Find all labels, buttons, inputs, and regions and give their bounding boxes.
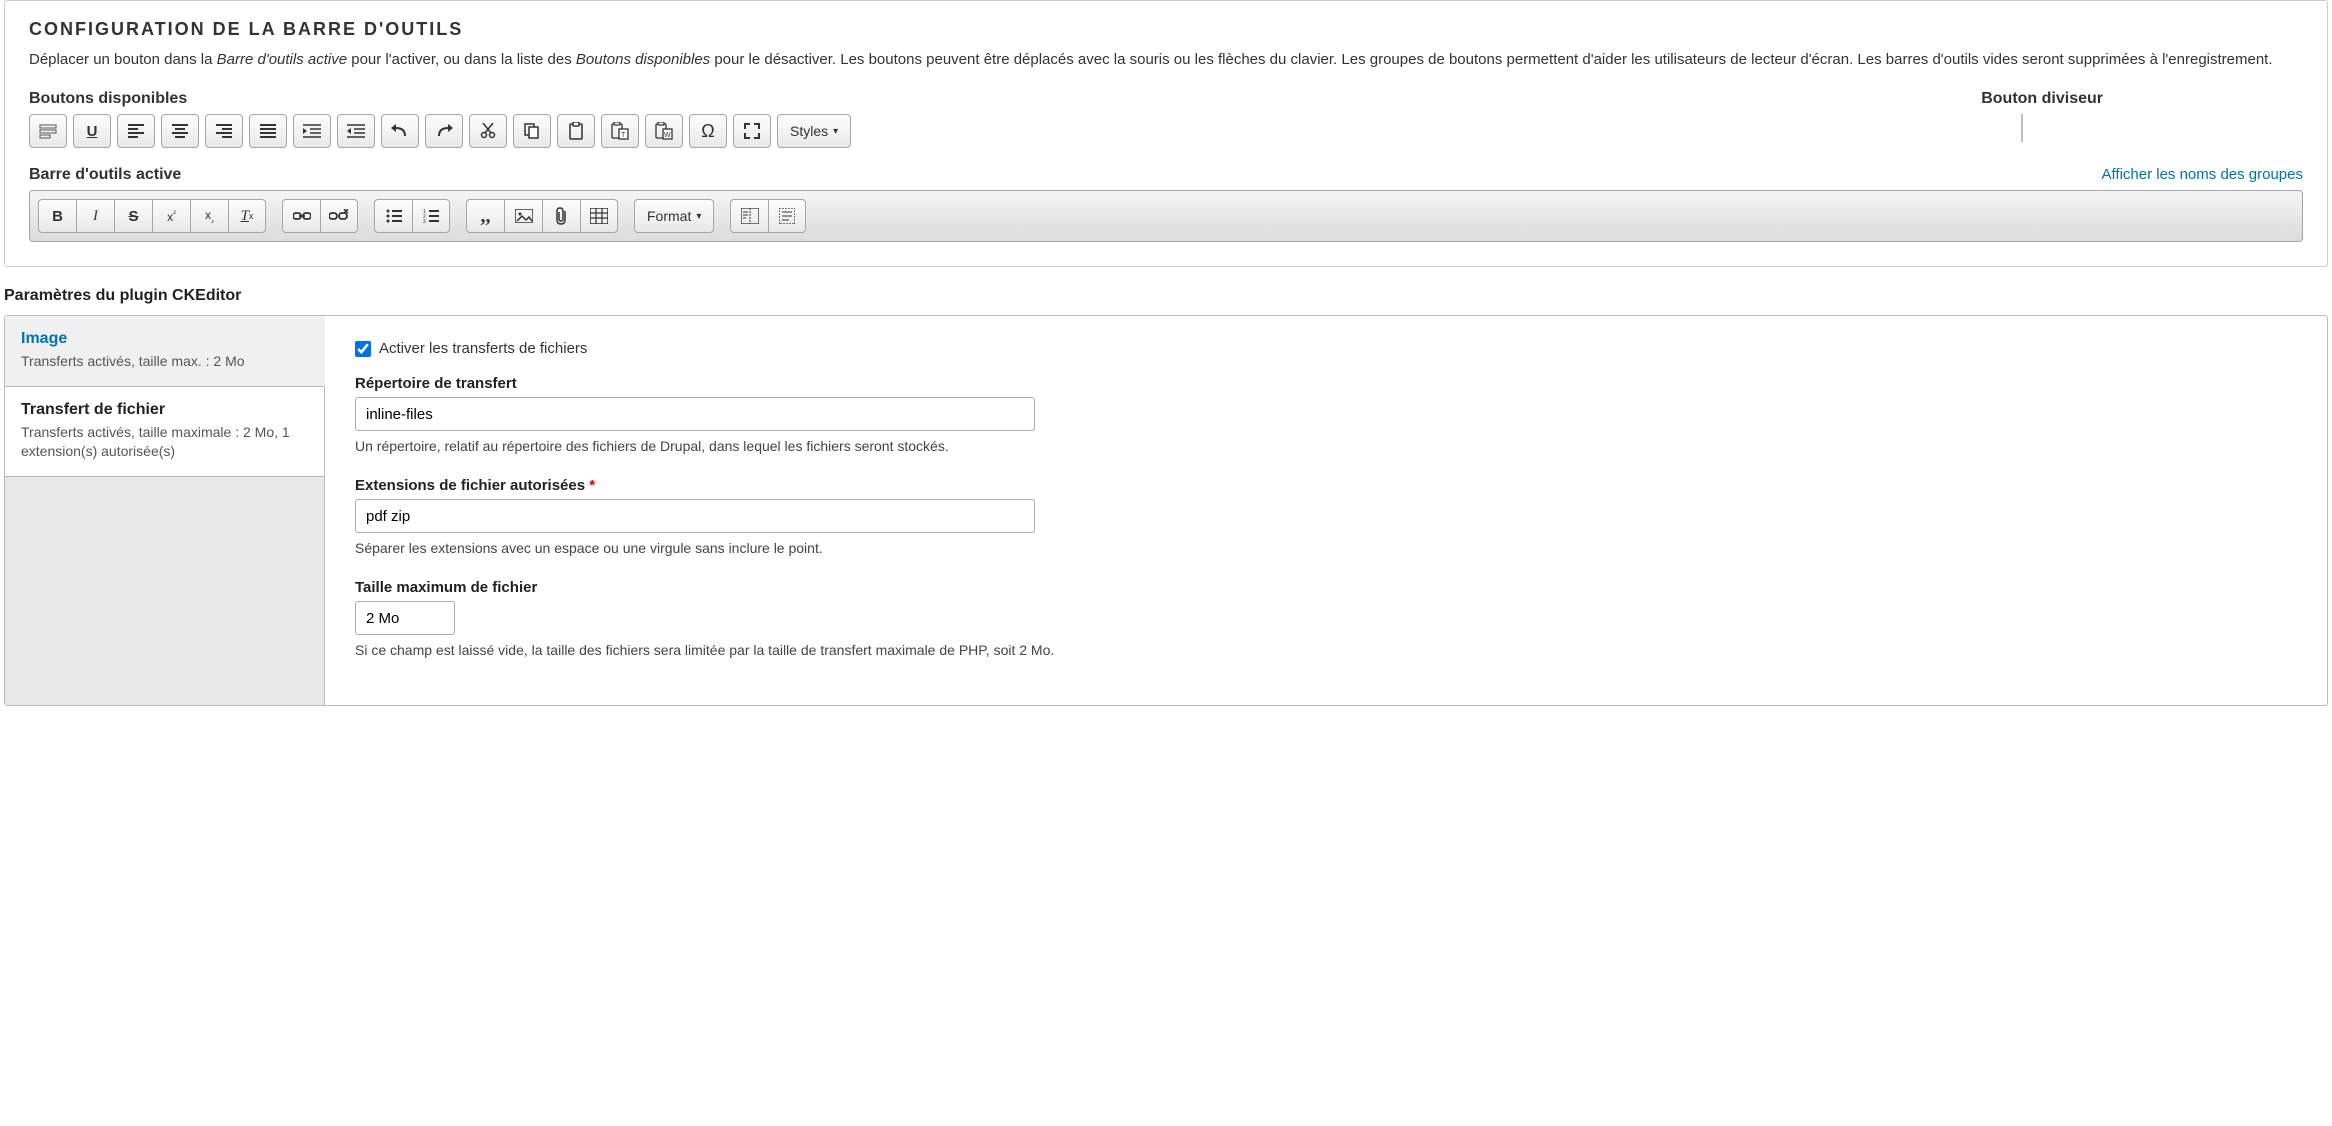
link-icon[interactable] [282, 199, 320, 233]
bullet-list-icon[interactable] [374, 199, 412, 233]
tab-desc: Transferts activés, taille max. : 2 Mo [21, 352, 308, 372]
max-file-size-input[interactable] [355, 601, 455, 635]
format-dropdown[interactable]: Format▾ [634, 199, 714, 233]
active-toolbar-label: Barre d'outils active [29, 166, 181, 184]
tab-title: Transfert de fichier [21, 401, 308, 419]
tab-file-transfer[interactable]: Transfert de fichier Transferts activés,… [5, 387, 325, 477]
show-blocks-icon[interactable] [768, 199, 806, 233]
enable-uploads-row[interactable]: Activer les transferts de fichiers [355, 340, 2297, 357]
plugin-settings-heading: Paramètres du plugin CKEditor [4, 287, 2332, 305]
group-text-format: B I S x² x₂ Tx [38, 199, 266, 233]
max-file-size-group: Taille maximum de fichier Si ce champ es… [355, 579, 2297, 661]
attachment-icon[interactable] [542, 199, 580, 233]
svg-text:W: W [664, 132, 671, 139]
special-char-icon[interactable]: Ω [689, 114, 727, 148]
active-toolbar: B I S x² x₂ Tx 123 ,, Format▾ [29, 190, 2303, 242]
paste-text-icon[interactable]: T [601, 114, 639, 148]
caret-down-icon: ▾ [696, 211, 701, 222]
tab-desc: Transferts activés, taille maximale : 2 … [21, 423, 308, 462]
copy-icon[interactable] [513, 114, 551, 148]
tab-filler [5, 477, 325, 705]
upload-directory-group: Répertoire de transfert Un répertoire, r… [355, 375, 2297, 457]
redo-icon[interactable] [425, 114, 463, 148]
cut-icon[interactable] [469, 114, 507, 148]
divider-button-label: Bouton diviseur [1981, 90, 2103, 108]
max-file-size-label: Taille maximum de fichier [355, 579, 2297, 596]
plugin-tab-content: Activer les transferts de fichiers Réper… [325, 316, 2327, 705]
svg-text:T: T [621, 132, 626, 139]
toolbar-config-description: Déplacer un bouton dans la Barre d'outil… [29, 48, 2303, 72]
strike-icon[interactable]: S [114, 199, 152, 233]
outdent-icon[interactable] [337, 114, 375, 148]
allowed-extensions-group: Extensions de fichier autorisées * Sépar… [355, 477, 2297, 559]
group-format: Format▾ [634, 199, 714, 233]
tab-image[interactable]: Image Transferts activés, taille max. : … [5, 316, 325, 387]
language-icon[interactable] [29, 114, 67, 148]
align-left-icon[interactable] [117, 114, 155, 148]
group-media: ,, [466, 199, 618, 233]
paste-icon[interactable] [557, 114, 595, 148]
plugin-tab-list: Image Transferts activés, taille max. : … [5, 316, 325, 705]
toolbar-config-fieldset: Configuration de la barre d'outils Dépla… [4, 0, 2328, 267]
table-icon[interactable] [580, 199, 618, 233]
indent-icon[interactable] [293, 114, 331, 148]
available-buttons-row: U T W Ω Styles▾ [29, 114, 851, 148]
italic-icon[interactable]: I [76, 199, 114, 233]
upload-directory-help: Un répertoire, relatif au répertoire des… [355, 436, 2297, 457]
image-icon[interactable] [504, 199, 542, 233]
available-buttons-label: Boutons disponibles [29, 90, 187, 108]
source-icon[interactable] [730, 199, 768, 233]
show-group-names-link[interactable]: Afficher les noms des groupes [2102, 166, 2304, 183]
required-marker: * [589, 477, 595, 494]
tab-title: Image [21, 330, 308, 348]
group-tools [730, 199, 806, 233]
allowed-extensions-input[interactable] [355, 499, 1035, 533]
remove-format-icon[interactable]: Tx [228, 199, 266, 233]
align-right-icon[interactable] [205, 114, 243, 148]
unlink-icon[interactable] [320, 199, 358, 233]
align-center-icon[interactable] [161, 114, 199, 148]
upload-directory-label: Répertoire de transfert [355, 375, 2297, 392]
divider-button-area [2017, 114, 2023, 148]
maximize-icon[interactable] [733, 114, 771, 148]
enable-uploads-label: Activer les transferts de fichiers [379, 340, 587, 357]
number-list-icon[interactable]: 123 [412, 199, 450, 233]
svg-text:3: 3 [423, 219, 426, 223]
divider-handle[interactable] [2021, 114, 2023, 142]
allowed-extensions-label: Extensions de fichier autorisées * [355, 477, 2297, 494]
align-justify-icon[interactable] [249, 114, 287, 148]
plugin-settings-panel: Image Transferts activés, taille max. : … [4, 315, 2328, 706]
caret-down-icon: ▾ [833, 126, 838, 137]
group-links [282, 199, 358, 233]
superscript-icon[interactable]: x² [152, 199, 190, 233]
bold-icon[interactable]: B [38, 199, 76, 233]
underline-icon[interactable]: U [73, 114, 111, 148]
toolbar-config-title: Configuration de la barre d'outils [29, 19, 2303, 40]
styles-dropdown[interactable]: Styles▾ [777, 114, 851, 148]
enable-uploads-checkbox[interactable] [355, 341, 371, 357]
max-file-size-help: Si ce champ est laissé vide, la taille d… [355, 640, 2297, 661]
group-lists: 123 [374, 199, 450, 233]
undo-icon[interactable] [381, 114, 419, 148]
subscript-icon[interactable]: x₂ [190, 199, 228, 233]
blockquote-icon[interactable]: ,, [466, 199, 504, 233]
allowed-extensions-help: Séparer les extensions avec un espace ou… [355, 538, 2297, 559]
paste-word-icon[interactable]: W [645, 114, 683, 148]
upload-directory-input[interactable] [355, 397, 1035, 431]
